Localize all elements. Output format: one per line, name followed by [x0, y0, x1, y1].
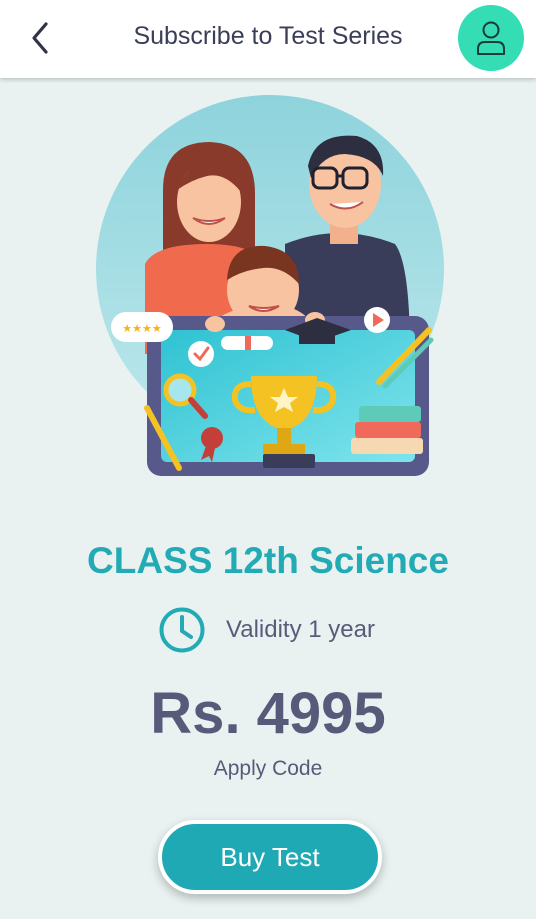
validity-text: Validity 1 year [226, 616, 375, 643]
family-illustration: ★★★★ [95, 94, 445, 486]
apply-code-link[interactable]: Apply Code [0, 757, 536, 781]
user-icon [477, 21, 505, 55]
app-header: Subscribe to Test Series [0, 0, 536, 78]
buy-test-button[interactable]: Buy Test [158, 820, 382, 894]
price: Rs. 4995 [150, 681, 386, 746]
course-title: CLASS 12th Science [87, 540, 449, 581]
svg-text:★★★★: ★★★★ [122, 322, 162, 335]
profile-button[interactable] [458, 5, 524, 71]
clock-icon [159, 607, 205, 653]
page-title: Subscribe to Test Series [133, 22, 403, 50]
